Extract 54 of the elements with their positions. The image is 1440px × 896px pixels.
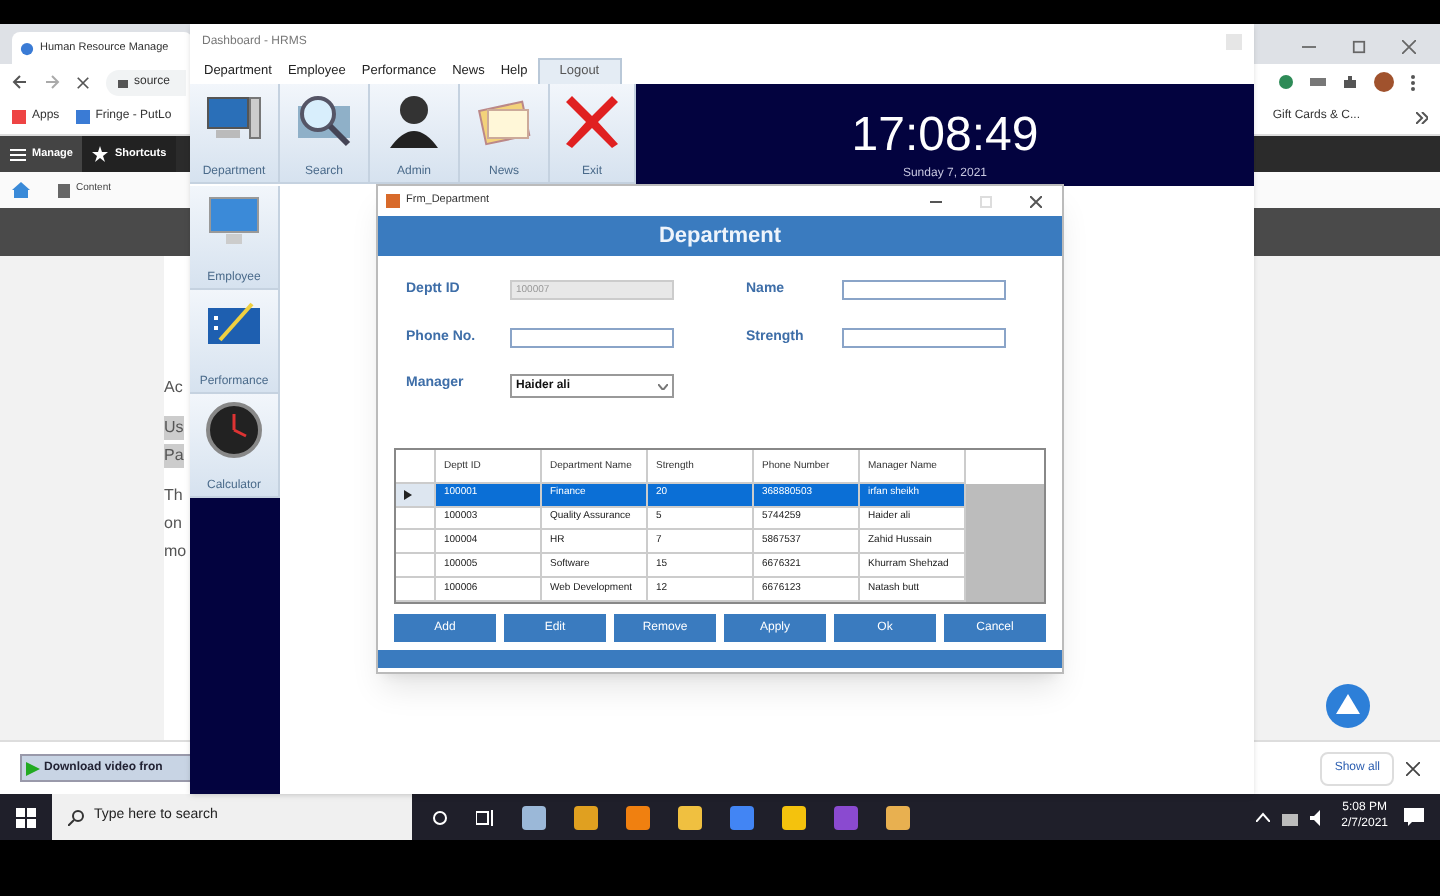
text-fragment: mo	[164, 540, 187, 564]
text-fragment: Ac	[164, 376, 183, 400]
home-icon[interactable]	[12, 182, 30, 198]
input-field[interactable]	[842, 280, 1006, 300]
caret-icon	[658, 383, 668, 389]
play-icon	[26, 761, 40, 775]
clock-icon	[204, 400, 264, 460]
text-fragment: Us	[164, 416, 184, 440]
person-icon	[384, 90, 444, 150]
avatar[interactable]	[1374, 72, 1394, 92]
input-field[interactable]	[510, 327, 674, 347]
app-icon[interactable]	[678, 805, 702, 829]
restore-icon[interactable]	[1352, 40, 1366, 54]
star-icon	[92, 146, 109, 162]
search-icon	[68, 809, 84, 825]
minimize-icon[interactable]	[930, 195, 942, 207]
text-fragment: on	[164, 512, 182, 536]
app-icon[interactable]	[626, 805, 650, 829]
chevron-up-icon[interactable]	[1255, 812, 1270, 822]
warning-button-icon[interactable]	[1325, 684, 1369, 728]
app-icon[interactable]	[574, 805, 598, 829]
bookmark-icon	[12, 110, 26, 124]
app-icon[interactable]	[730, 805, 754, 829]
form-icon	[386, 194, 400, 208]
close-icon[interactable]	[1402, 40, 1416, 54]
volume-icon[interactable]	[1309, 809, 1326, 825]
clock-time: 17:08:49	[851, 112, 1039, 160]
menu-icon	[10, 147, 26, 161]
bookmark-icon	[75, 110, 90, 124]
notification-icon[interactable]	[1404, 808, 1424, 826]
close-icon[interactable]	[1406, 761, 1420, 775]
minimize-icon[interactable]	[1302, 40, 1316, 54]
text-fragment: Pa	[164, 444, 184, 468]
globe-icon	[20, 41, 34, 55]
more-icon[interactable]	[1410, 73, 1416, 91]
text-fragment: Th	[164, 484, 183, 508]
exit-icon	[562, 90, 622, 150]
app-icon[interactable]	[886, 805, 910, 829]
row-pointer-icon	[404, 489, 412, 500]
app-icon[interactable]	[522, 805, 546, 829]
maximize-icon	[980, 195, 992, 207]
puzzle-icon[interactable]	[1342, 74, 1358, 90]
close-icon[interactable]	[1030, 195, 1042, 207]
circle-icon[interactable]	[432, 809, 448, 825]
document-icon	[58, 183, 70, 197]
dialog-header: Department	[378, 216, 1062, 256]
app-icon[interactable]	[782, 805, 806, 829]
input-field[interactable]	[842, 327, 1006, 347]
search-icon	[294, 90, 354, 150]
stop-icon[interactable]	[76, 75, 90, 89]
back-icon[interactable]	[12, 74, 28, 90]
chevron-icon[interactable]	[1416, 111, 1428, 123]
windows-icon[interactable]	[16, 807, 36, 827]
task-view-icon[interactable]	[476, 809, 494, 825]
